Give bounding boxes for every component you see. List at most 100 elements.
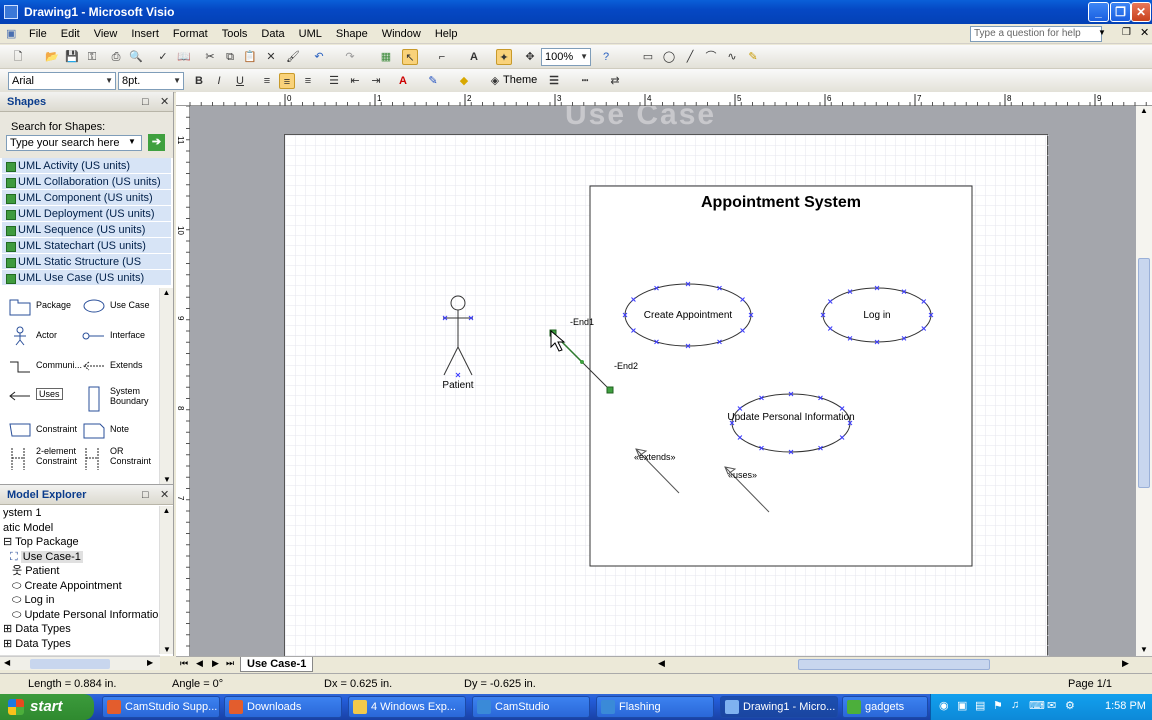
stencil-uml-activity[interactable]: UML Activity (US units)	[2, 158, 171, 174]
font-size-select[interactable]: 8pt. ▼	[118, 72, 184, 90]
drawing-page[interactable]: Appointment System Patient Create Appoin…	[284, 134, 1049, 656]
underline-icon[interactable]: U	[232, 73, 248, 89]
prev-page-icon[interactable]: ◀	[196, 658, 203, 669]
connector-midpoint-handle[interactable]	[580, 360, 584, 364]
line-pattern-icon[interactable]: ┅	[577, 73, 593, 89]
pointer-tool-icon[interactable]: ↖	[402, 49, 418, 65]
tree-item-data-types[interactable]: ⊞ Data Types	[2, 622, 158, 637]
stencil-uml-component[interactable]: UML Component (US units)	[2, 190, 171, 206]
tree-item-patient[interactable]: 웃 Patient	[2, 564, 158, 579]
format-painter-icon[interactable]: 🖌	[285, 49, 301, 65]
maximize-button[interactable]: ❐	[1110, 2, 1131, 22]
freeform-tool-icon[interactable]: ∿	[724, 49, 740, 65]
scroll-up-icon[interactable]: ▲	[160, 506, 173, 515]
theme-label[interactable]: Theme	[503, 74, 537, 86]
print-icon[interactable]: ⎙	[108, 49, 124, 65]
search-shapes-input[interactable]: Type your search here	[6, 135, 142, 151]
tree-item-system[interactable]: ystem 1	[2, 506, 158, 521]
align-left-icon[interactable]: ≡	[259, 73, 275, 89]
task-windows-explorer[interactable]: 4 Windows Exp...	[348, 696, 466, 718]
tray-icon[interactable]: ⌨	[1029, 699, 1045, 712]
drawing-canvas[interactable]: Use Case Appointment System Patient Crea…	[190, 106, 1136, 656]
decrease-indent-icon[interactable]: ⇤	[347, 73, 363, 89]
pane-close-icon[interactable]: ✕	[160, 485, 169, 505]
menu-shape[interactable]: Shape	[329, 28, 375, 40]
tray-icon[interactable]: ♫	[1011, 699, 1019, 711]
search-dropdown-icon[interactable]: ▼	[128, 137, 136, 146]
delete-icon[interactable]: ✕	[263, 49, 279, 65]
canvas-hscroll-thumb[interactable]	[798, 659, 990, 670]
align-center-icon[interactable]: ≡	[279, 73, 295, 89]
canvas-vscrollbar[interactable]: ▲ ▼	[1136, 106, 1152, 656]
undo-icon[interactable]: ↶	[311, 49, 327, 65]
arc-tool-icon[interactable]: ⌒	[703, 49, 719, 65]
line-color-icon[interactable]: ✎	[425, 73, 441, 89]
line-weight-icon[interactable]: ☰	[546, 73, 562, 89]
tree-item-data-types-2[interactable]: ⊞ Data Types	[2, 637, 158, 652]
scroll-right-icon[interactable]: ▶	[147, 658, 153, 667]
minimize-button[interactable]: _	[1088, 2, 1109, 22]
tree-item-use-case-1[interactable]: ⛶ Use Case-1	[2, 550, 158, 565]
stencil-icon[interactable]: ▦	[378, 49, 394, 65]
explorer-hscrollbar[interactable]: ◀ ▶	[0, 656, 160, 670]
task-gadgets[interactable]: gadgets	[842, 696, 928, 718]
italic-icon[interactable]: I	[211, 73, 227, 89]
document-icon[interactable]: ▣	[0, 27, 22, 40]
bold-icon[interactable]: B	[191, 73, 207, 89]
doc-close-icon[interactable]: ✕	[1140, 26, 1149, 39]
font-select[interactable]: Arial ▼	[8, 72, 116, 90]
tree-item-create-appointment[interactable]: ⬭ Create Appointment	[2, 579, 158, 594]
tray-icon[interactable]: ▤	[975, 699, 985, 712]
scroll-left-icon[interactable]: ◀	[4, 658, 10, 667]
help-search-input[interactable]: Type a question for help	[970, 26, 1102, 42]
tray-icon[interactable]: ⚙	[1065, 699, 1075, 712]
search-go-icon[interactable]: ➔	[148, 134, 165, 151]
expand-icon[interactable]: ⊞	[3, 623, 12, 635]
open-icon[interactable]: 📂	[44, 49, 60, 65]
research-icon[interactable]: 📖	[176, 49, 192, 65]
increase-indent-icon[interactable]: ⇥	[368, 73, 384, 89]
tray-icon[interactable]: ◉	[939, 699, 949, 712]
visio-app-icon[interactable]	[4, 5, 18, 19]
clock[interactable]: 1:58 PM	[1105, 700, 1146, 712]
menu-file[interactable]: File	[22, 28, 54, 40]
tray-icon[interactable]: ⚑	[993, 699, 1003, 712]
scroll-thumb[interactable]	[30, 659, 110, 669]
expand-icon[interactable]: ⊞	[3, 638, 12, 650]
use-case-create-appointment[interactable]: Create Appointment	[624, 283, 752, 347]
help-icon[interactable]: ?	[598, 49, 614, 65]
menu-data[interactable]: Data	[254, 28, 291, 40]
expand-icon[interactable]: ⊟	[3, 536, 12, 548]
copy-icon[interactable]: ⧉	[222, 49, 238, 65]
line-tool-icon[interactable]: ╱	[682, 49, 698, 65]
zoom-select[interactable]: 100% ▼	[541, 48, 591, 66]
system-boundary[interactable]	[589, 185, 973, 567]
paste-icon[interactable]: 📋	[242, 49, 258, 65]
rectangle-tool-icon[interactable]: ▭	[640, 49, 656, 65]
stencil-uml-deployment[interactable]: UML Deployment (US units)	[2, 206, 171, 222]
scroll-down-icon[interactable]: ▼	[160, 645, 174, 654]
ellipse-tool-icon[interactable]: ◯	[661, 49, 677, 65]
task-downloads[interactable]: Downloads	[224, 696, 342, 718]
menu-window[interactable]: Window	[375, 28, 428, 40]
task-camstudio[interactable]: CamStudio	[472, 696, 590, 718]
pane-close-icon[interactable]: ✕	[160, 92, 169, 112]
tray-icon[interactable]: ▣	[957, 699, 967, 712]
align-right-icon[interactable]: ≡	[300, 73, 316, 89]
first-page-icon[interactable]: ⏮	[180, 658, 188, 669]
menu-view[interactable]: View	[87, 28, 125, 40]
spelling-icon[interactable]: ✓	[155, 49, 171, 65]
explorer-scrollbar[interactable]: ▲ ▼	[159, 506, 173, 654]
pane-maximize-icon[interactable]: □	[142, 92, 149, 112]
scroll-left-icon[interactable]: ◀	[658, 658, 665, 669]
task-drawing1-visio[interactable]: Drawing1 - Micro...	[720, 696, 838, 718]
scroll-right-icon[interactable]: ▶	[1122, 658, 1129, 669]
stencil-uml-collaboration[interactable]: UML Collaboration (US units)	[2, 174, 171, 190]
stencil-uml-static-structure[interactable]: UML Static Structure (US units)	[2, 254, 171, 284]
menu-uml[interactable]: UML	[292, 28, 329, 40]
shapes-scrollbar[interactable]: ▲ ▼	[159, 288, 173, 484]
scroll-down-icon[interactable]: ▼	[1136, 645, 1152, 654]
cut-icon[interactable]: ✂	[202, 49, 218, 65]
text-tool-icon[interactable]: A	[466, 49, 482, 65]
stencil-uml-sequence[interactable]: UML Sequence (US units)	[2, 222, 171, 238]
